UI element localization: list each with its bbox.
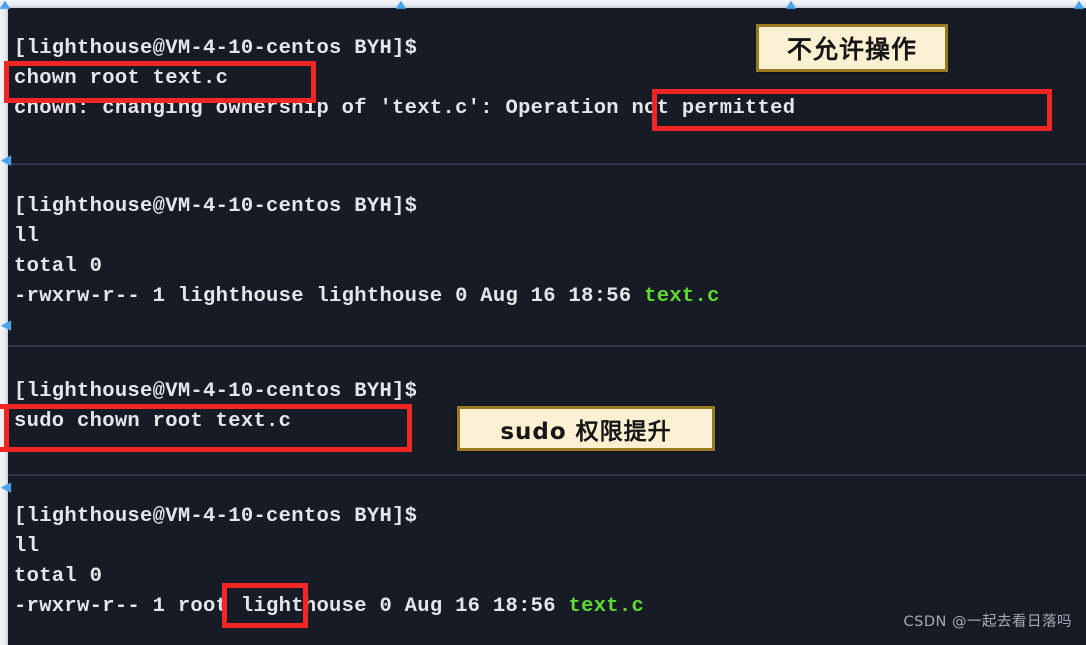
shell-prompt: [lighthouse@VM-4-10-centos BYH]$ [14, 505, 418, 528]
guide-marker-icon: ◀ [1, 318, 11, 333]
output-total: total 0 [14, 255, 103, 278]
output-total: total 0 [14, 565, 103, 588]
block-divider [8, 345, 1086, 347]
highlight-sudo-command-extend-top [0, 404, 10, 409]
callout-sudo-elevate-label: sudo 权限提升 [500, 418, 672, 445]
callout-sudo-elevate: sudo 权限提升 [457, 406, 715, 451]
error-output-chown: chown: changing ownership of 'text.c': O… [14, 97, 796, 120]
callout-not-permitted: 不允许操作 [756, 24, 948, 72]
highlight-sudo-command-extend-bottom [0, 447, 10, 452]
terminal-window: [lighthouse@VM-4-10-centos BYH]$ chown r… [8, 8, 1086, 645]
guide-marker-icon: ▲ [786, 0, 796, 11]
block-divider [8, 163, 1086, 165]
guide-marker-icon: ▲ [0, 0, 10, 11]
file-listing-meta: -rwxrw-r-- 1 root lighthouse 0 Aug 16 18… [14, 595, 569, 618]
guide-marker-icon: ◀ [1, 480, 11, 495]
guide-marker-icon: ▲ [396, 0, 406, 11]
top-ruler-strip [0, 0, 1086, 8]
file-listing-meta: -rwxrw-r-- 1 lighthouse lighthouse 0 Aug… [14, 285, 645, 308]
terminal-block-ll-before: [lighthouse@VM-4-10-centos BYH]$ ll tota… [8, 192, 1086, 312]
file-name: text.c [568, 595, 645, 618]
file-listing-row: -rwxrw-r-- 1 lighthouse lighthouse 0 Aug… [8, 282, 1086, 312]
callout-not-permitted-label: 不允许操作 [786, 35, 917, 64]
command-ll: ll [14, 535, 40, 558]
file-name: text.c [644, 285, 720, 308]
shell-prompt: [lighthouse@VM-4-10-centos BYH]$ [14, 195, 418, 218]
block-divider [8, 474, 1086, 476]
guide-marker-icon: ◀ [1, 153, 11, 168]
guide-marker-icon: ▲ [1074, 0, 1084, 11]
shell-prompt: [lighthouse@VM-4-10-centos BYH]$ [14, 380, 418, 403]
command-ll: ll [14, 225, 40, 248]
terminal-block-ll-after: [lighthouse@VM-4-10-centos BYH]$ ll tota… [8, 502, 1086, 622]
csdn-watermark: CSDN @一起去看日落吗 [903, 614, 1072, 630]
